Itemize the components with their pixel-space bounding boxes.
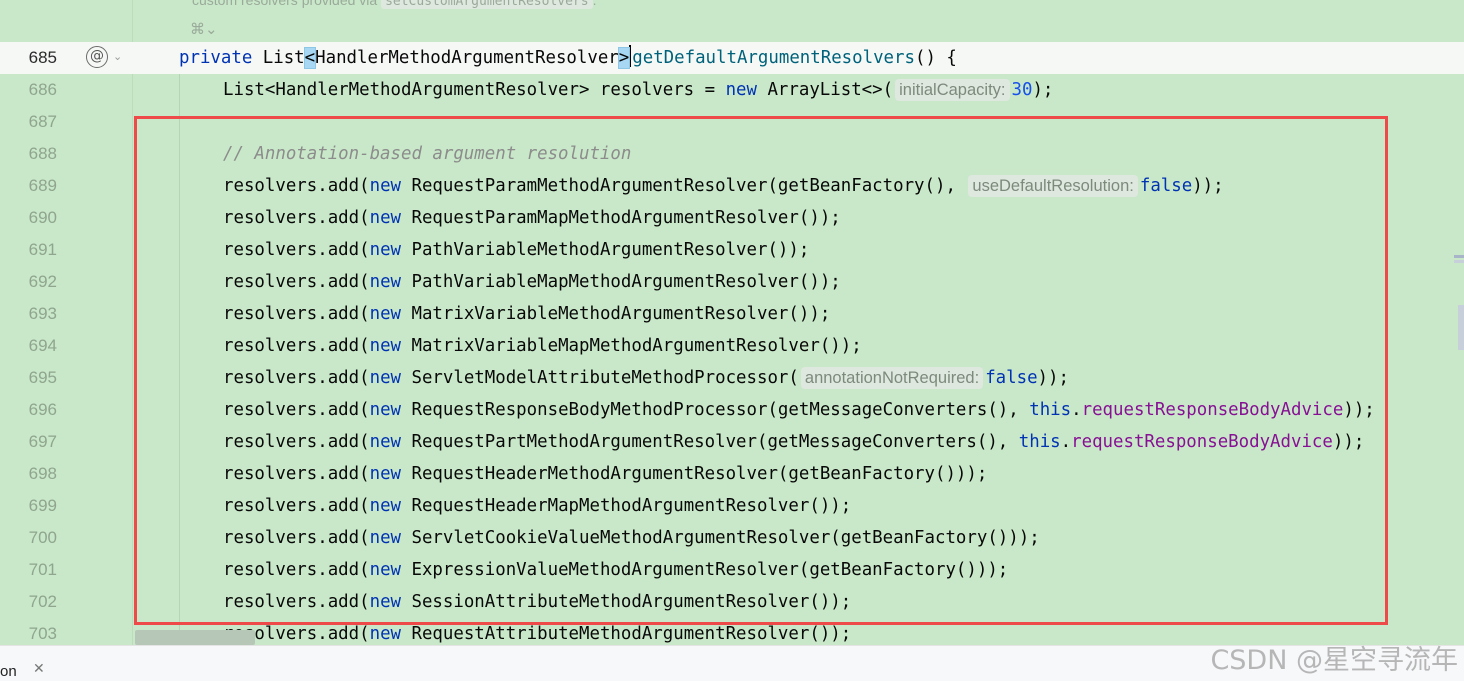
line-number[interactable]: 692 xyxy=(0,266,57,298)
code-token: List xyxy=(262,48,305,68)
doc-toggle-glyph: ⌘ xyxy=(190,20,205,38)
line-number[interactable]: 696 xyxy=(0,394,57,426)
line-number[interactable]: 702 xyxy=(0,586,57,618)
at-override-icon[interactable]: @ xyxy=(86,46,108,68)
code-token: 30 xyxy=(1011,80,1033,100)
scrollbar-thumb[interactable] xyxy=(1458,305,1464,350)
code-token: RequestAttributeMethodArgumentResolver()… xyxy=(401,624,852,644)
line-number[interactable]: 687 xyxy=(0,106,57,138)
line-number[interactable]: 694 xyxy=(0,330,57,362)
matched-brace: < xyxy=(303,47,317,69)
at-symbol: @ xyxy=(90,48,104,64)
scrollbar-marker[interactable] xyxy=(1454,255,1464,258)
line-number[interactable]: 697 xyxy=(0,426,57,458)
scrollbar-marker[interactable] xyxy=(1454,260,1464,263)
highlight-annotation-box xyxy=(134,116,1388,625)
parameter-hint: initialCapacity: xyxy=(895,79,1010,101)
line-number[interactable]: 689 xyxy=(0,170,57,202)
line-number[interactable]: 695 xyxy=(0,362,57,394)
line-number[interactable]: 698 xyxy=(0,458,57,490)
keyword-token: new xyxy=(725,80,757,100)
gutter-chevron-down-icon[interactable]: ⌄ xyxy=(113,50,122,63)
code-line[interactable]: 686 List<HandlerMethodArgumentResolver> r… xyxy=(0,74,1464,106)
doc-comment-text: custom resolvers provided via xyxy=(192,0,382,8)
horizontal-scrollbar-thumb[interactable] xyxy=(135,630,255,645)
line-number[interactable]: 703 xyxy=(0,618,57,645)
bottom-tab-label[interactable]: on xyxy=(0,663,17,680)
line-number[interactable]: 691 xyxy=(0,234,57,266)
watermark: CSDN @星空寻流年 xyxy=(1210,645,1458,676)
doc-comment-code: setCustomArgumentResolvers xyxy=(381,0,593,9)
doc-comment-suffix: . xyxy=(592,0,597,8)
gutter-chevron-glyph: ⌄ xyxy=(113,50,123,63)
code-token: () { xyxy=(914,48,957,68)
doc-render-toggle-icon[interactable]: ⌘⌄ xyxy=(190,20,218,38)
line-code: private List<HandlerMethodArgumentResolv… xyxy=(179,42,957,74)
code-token: List<HandlerMethodArgumentResolver> reso… xyxy=(223,80,726,100)
rendered-doc-comment: custom resolvers provided via setCustomA… xyxy=(192,0,596,9)
line-number[interactable]: 686 xyxy=(0,74,57,106)
line-number[interactable]: 700 xyxy=(0,522,57,554)
code-token: ArrayList<>( xyxy=(756,80,894,100)
method-name-token: getDefaultArgumentResolvers xyxy=(632,48,915,68)
line-number[interactable]: 699 xyxy=(0,490,57,522)
line-number[interactable]: 701 xyxy=(0,554,57,586)
code-token: ); xyxy=(1032,80,1054,100)
matched-brace: > xyxy=(617,47,631,69)
code-line[interactable]: 685 private List<HandlerMethodArgumentRes… xyxy=(0,42,1464,74)
keyword-token: new xyxy=(369,624,402,644)
line-number[interactable]: 690 xyxy=(0,202,57,234)
text-caret xyxy=(629,45,632,67)
line-number[interactable]: 685 xyxy=(0,42,57,74)
line-code: List<HandlerMethodArgumentResolver> reso… xyxy=(223,74,1053,106)
code-token: HandlerMethodArgumentResolver xyxy=(315,48,619,68)
line-number[interactable]: 693 xyxy=(0,298,57,330)
line-number[interactable]: 688 xyxy=(0,138,57,170)
keyword-token: private xyxy=(179,48,263,68)
code-editor[interactable]: custom resolvers provided via setCustomA… xyxy=(0,0,1464,645)
bottom-tab-close-icon[interactable]: ✕ xyxy=(33,661,45,677)
